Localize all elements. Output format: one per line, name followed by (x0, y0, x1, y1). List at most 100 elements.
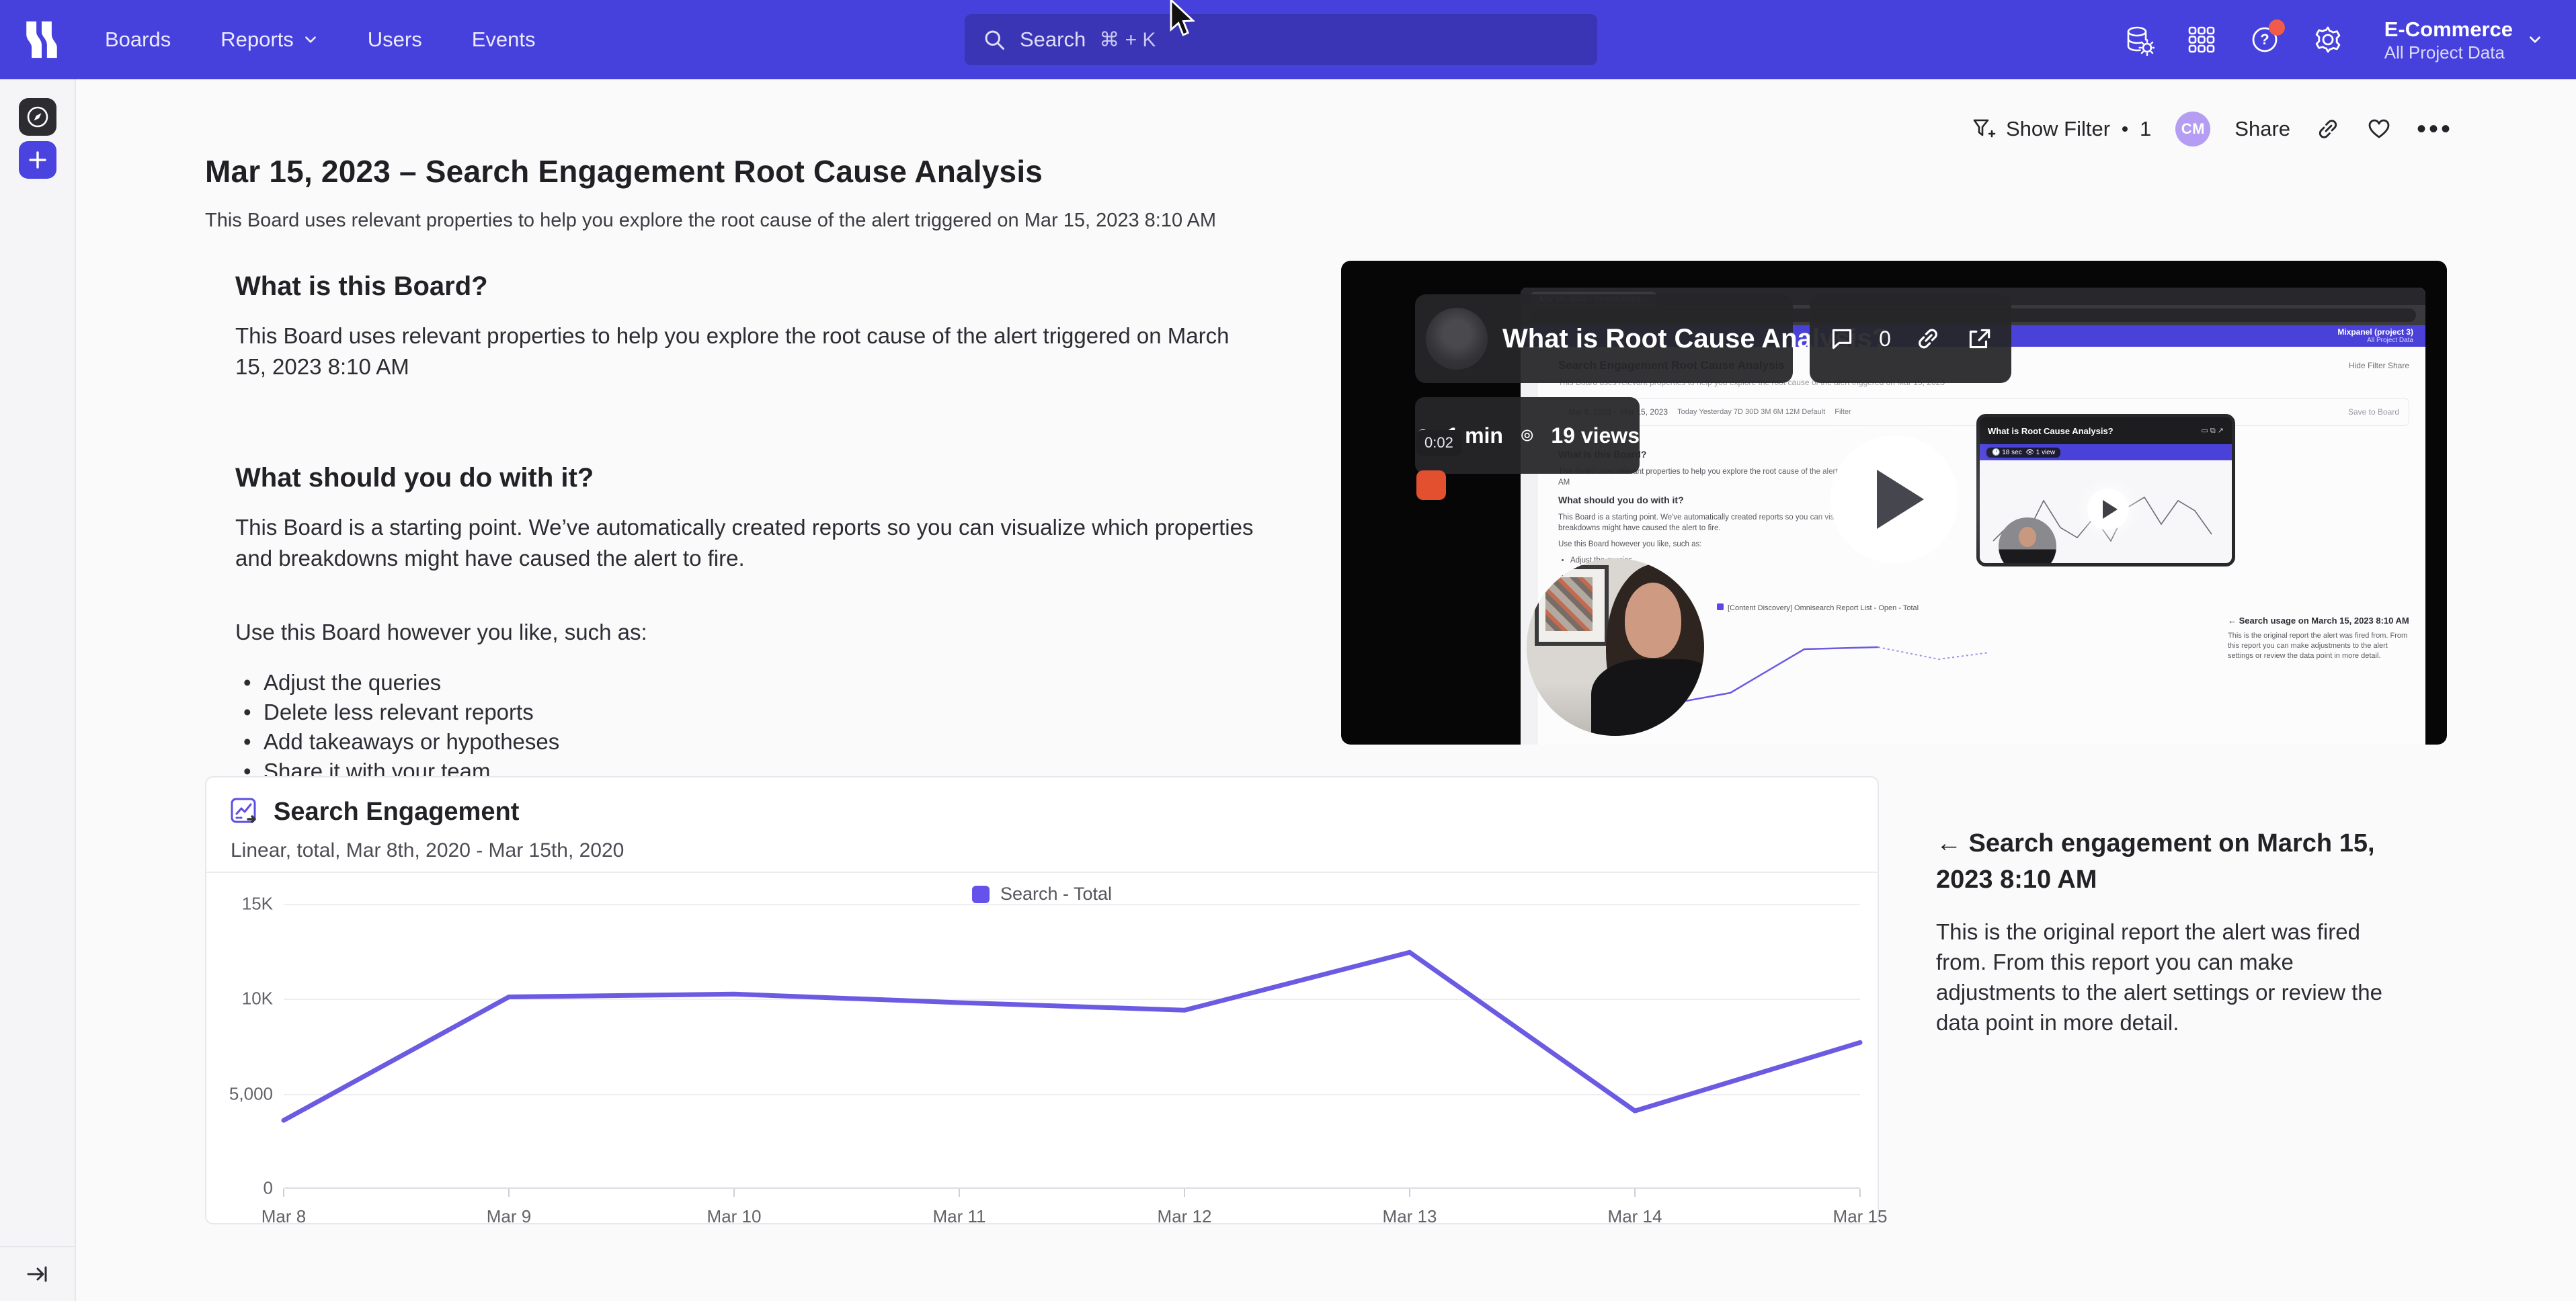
intro-heading-1: What is this Board? (235, 271, 1257, 302)
nav-items: Boards Reports Users Events (105, 0, 536, 79)
presenter-avatar (1426, 308, 1488, 370)
pip-play-button[interactable] (2087, 489, 2129, 530)
y-tick-label: 15K (212, 894, 273, 915)
mini-aside-body: This is the original report the alert wa… (2228, 631, 2409, 661)
video-timestamp-chip: 0:02 (1416, 430, 1461, 456)
filter-count: 1 (2140, 117, 2151, 141)
search-input[interactable]: Search ⌘ + K (965, 14, 1597, 65)
mini-legend-label: [Content Discovery] Omnisearch Report Li… (1728, 604, 1919, 612)
alert-origin-note: ← Search engagement on March 15, 2023 8:… (1936, 825, 2407, 1038)
data-management-icon[interactable] (2121, 22, 2156, 57)
intro-paragraph-3: Use this Board however you like, such as… (235, 617, 1257, 648)
divider (206, 872, 1878, 873)
report-subtitle: Linear, total, Mar 8th, 2020 - Mar 15th,… (231, 839, 624, 862)
video-views: 19 views (1551, 423, 1640, 448)
x-tick-label: Mar 14 (1608, 1206, 1662, 1227)
nav-item-boards[interactable]: Boards (105, 28, 171, 52)
webcam-presenter-bubble (1527, 558, 1704, 736)
help-icon[interactable]: ? (2247, 22, 2282, 57)
list-item: Adjust the queries (235, 668, 1257, 698)
svg-text:?: ? (2260, 31, 2269, 48)
pip-title: What is Root Cause Analysis? (1988, 426, 2114, 436)
chevron-down-icon (303, 32, 318, 47)
picture-in-picture-video: What is Root Cause Analysis? ▭ ⧉ ↗ 🕐 18 … (1976, 414, 2235, 566)
reaction-marker (1416, 470, 1446, 500)
nav-item-reports[interactable]: Reports (220, 28, 318, 52)
expand-right-icon (24, 1261, 51, 1288)
picture-frame (1535, 565, 1609, 646)
mini-project-scope: All Project Data (2337, 337, 2413, 344)
mini-filter: Filter (1835, 408, 1851, 416)
mixpanel-board-page: Boards Reports Users Events Search ⌘ + K… (0, 0, 2576, 1301)
share-button[interactable]: Share (2235, 117, 2290, 141)
copy-link-button[interactable] (2315, 116, 2341, 142)
intro-bullet-list: Adjust the queries Delete less relevant … (235, 668, 1257, 786)
search-icon (982, 28, 1006, 52)
link-icon[interactable] (1914, 325, 1942, 353)
video-player-card[interactable]: Mar 15, 2023 - Search Enga... Mixpanel (… (1341, 261, 2447, 745)
nav-item-users[interactable]: Users (368, 28, 422, 52)
mini-range-chips: Today Yesterday 7D 30D 3M 6M 12M Default (1677, 408, 1825, 416)
dot-separator (2122, 126, 2128, 132)
x-tick-label: Mar 12 (1158, 1206, 1212, 1227)
project-switcher[interactable]: E-Commerce All Project Data (2384, 17, 2542, 62)
report-title: Search Engagement (274, 798, 519, 827)
play-button[interactable] (1830, 435, 1958, 563)
legend-swatch (972, 886, 990, 903)
nav-item-label: Users (368, 28, 422, 52)
x-tick-label: Mar 10 (707, 1206, 762, 1227)
favorite-button[interactable] (2366, 116, 2392, 142)
nav-item-label: Events (472, 28, 536, 52)
x-axis-tick (508, 1189, 510, 1197)
x-tick-label: Mar 8 (261, 1206, 306, 1227)
pip-meta: 🕐 18 sec 👁 1 view (1986, 448, 2060, 458)
intro-paragraph-2: This Board is a starting point. We’ve au… (235, 512, 1257, 574)
expand-sidebar-button[interactable] (0, 1246, 75, 1301)
top-nav: Boards Reports Users Events Search ⌘ + K… (0, 0, 2576, 79)
x-axis-tick (1409, 1189, 1410, 1197)
list-item: Delete less relevant reports (235, 698, 1257, 727)
discover-compass-button[interactable] (19, 98, 56, 136)
apps-grid-icon[interactable] (2184, 22, 2219, 57)
link-icon (2315, 116, 2341, 142)
chart-legend: Search - Total (206, 884, 1878, 905)
nav-item-events[interactable]: Events (472, 28, 536, 52)
project-scope: All Project Data (2384, 42, 2513, 62)
compass-icon (25, 104, 50, 130)
views-eye-icon (1519, 423, 1535, 448)
mixpanel-logo-icon[interactable] (23, 19, 61, 60)
line-series (284, 904, 1860, 1189)
report-card-search-engagement[interactable]: Search Engagement Linear, total, Mar 8th… (205, 776, 1879, 1224)
x-axis-tick (1184, 1189, 1185, 1197)
search-placeholder: Search (1020, 28, 1086, 52)
add-board-button[interactable] (19, 141, 56, 179)
x-axis-tick (733, 1189, 735, 1197)
x-axis-tick (283, 1189, 284, 1197)
open-external-icon[interactable] (1965, 325, 1993, 353)
nav-right-cluster: ? E-Commerce All Project Data (2121, 0, 2576, 79)
mouse-cursor (1168, 0, 1198, 40)
intro-text-block: What is this Board? This Board uses rele… (235, 271, 1257, 786)
left-sidebar (0, 79, 76, 1301)
x-tick-label: Mar 9 (487, 1206, 531, 1227)
x-tick-label: Mar 13 (1383, 1206, 1437, 1227)
x-axis-tick (1634, 1189, 1636, 1197)
comment-icon[interactable] (1828, 325, 1856, 353)
video-title-pill: What is Root Cause Analysis? (1415, 294, 1793, 383)
plus-icon (26, 149, 49, 171)
search-shortcut: ⌘ + K (1099, 28, 1156, 52)
user-avatar[interactable]: CM (2175, 112, 2210, 146)
show-filter-label: Show Filter (2006, 117, 2110, 141)
settings-gear-icon[interactable] (2310, 22, 2345, 57)
line-chart-plot: 15K 10K 5,000 0 Mar 8 Mar 9 Mar 10 Mar 1… (284, 904, 1860, 1189)
mini-legend-swatch (1717, 603, 1724, 610)
play-icon (2103, 500, 2118, 519)
show-filter-button[interactable]: Show Filter 1 (1970, 116, 2151, 142)
board-subtitle: This Board uses relevant properties to h… (205, 210, 1216, 232)
notification-badge (2269, 19, 2285, 36)
more-options-button[interactable]: ••• (2417, 122, 2453, 136)
mini-page-tools: Hide Filter Share (2349, 361, 2409, 370)
board-title: Mar 15, 2023 – Search Engagement Root Ca… (205, 153, 1043, 190)
nav-item-label: Reports (220, 28, 294, 52)
comment-count: 0 (1879, 327, 1891, 351)
